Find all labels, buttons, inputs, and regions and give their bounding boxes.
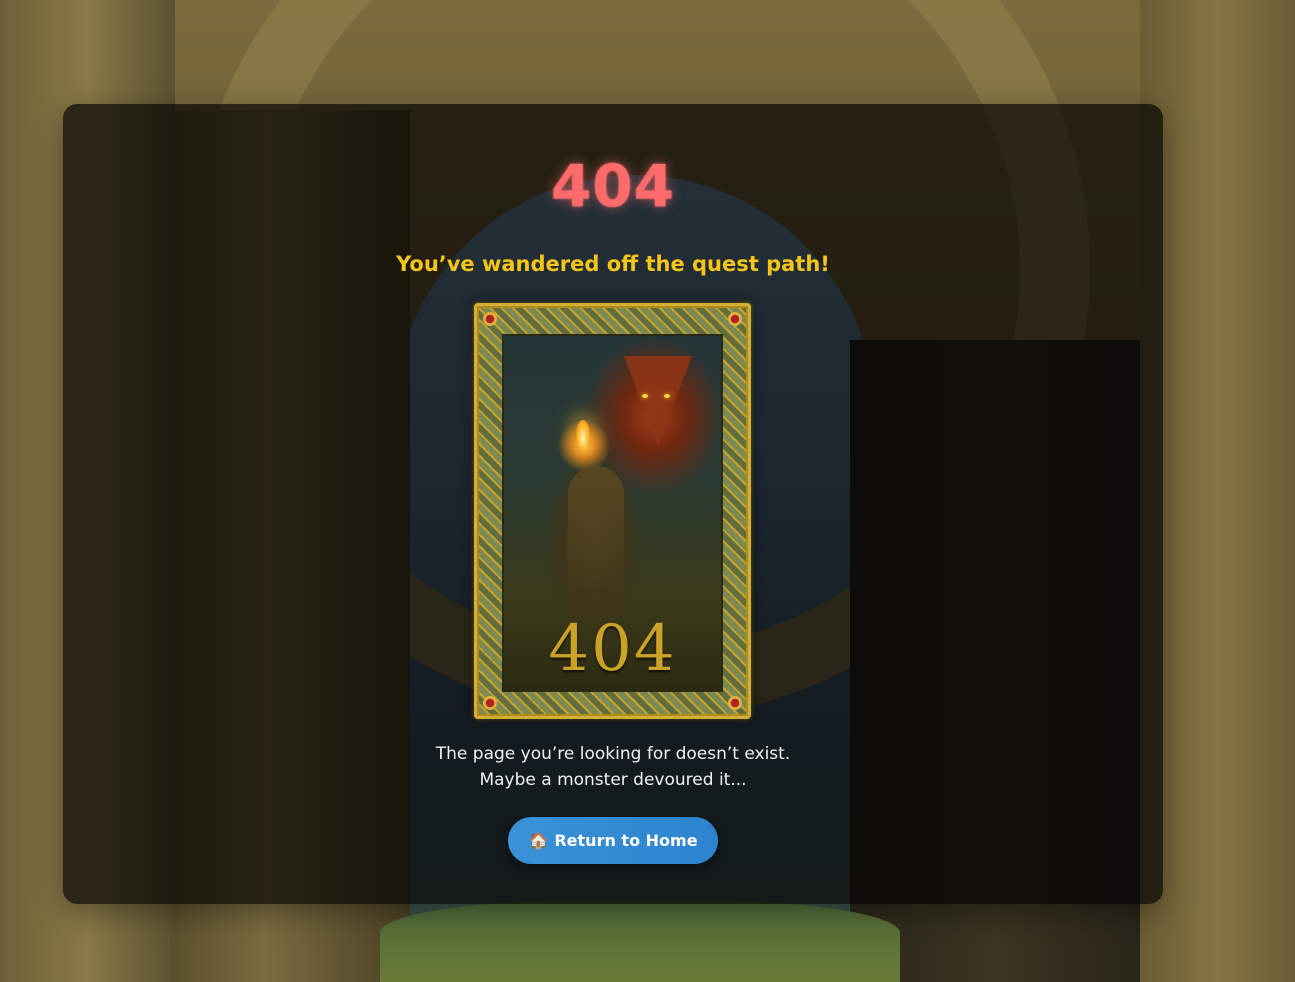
dragon-head xyxy=(624,356,692,446)
return-home-button[interactable]: 🏠 Return to Home xyxy=(508,817,718,864)
corner-gem-icon xyxy=(728,312,742,326)
error-illustration-card: 404 xyxy=(474,303,751,719)
error-subtitle: You’ve wandered off the quest path! xyxy=(396,252,830,276)
hooded-adventurer xyxy=(568,466,624,616)
error-message-line: Maybe a monster devoured it... xyxy=(479,770,747,790)
return-home-label: Return to Home xyxy=(554,831,698,850)
dragon-eye xyxy=(642,394,648,398)
card-error-number: 404 xyxy=(548,612,677,686)
stone-pillar-far-right xyxy=(1140,0,1295,982)
foliage xyxy=(380,900,900,982)
error-message: The page you’re looking for doesn’t exis… xyxy=(0,741,1226,793)
dragon-illustration: 404 xyxy=(502,334,723,692)
dragon-eye xyxy=(664,394,670,398)
corner-gem-icon xyxy=(483,312,497,326)
error-message-line: The page you’re looking for doesn’t exis… xyxy=(435,744,791,764)
house-icon: 🏠 xyxy=(528,830,549,850)
torch-flame xyxy=(576,420,590,446)
error-code: 404 xyxy=(550,152,676,220)
corner-gem-icon xyxy=(483,696,497,710)
corner-gem-icon xyxy=(728,696,742,710)
